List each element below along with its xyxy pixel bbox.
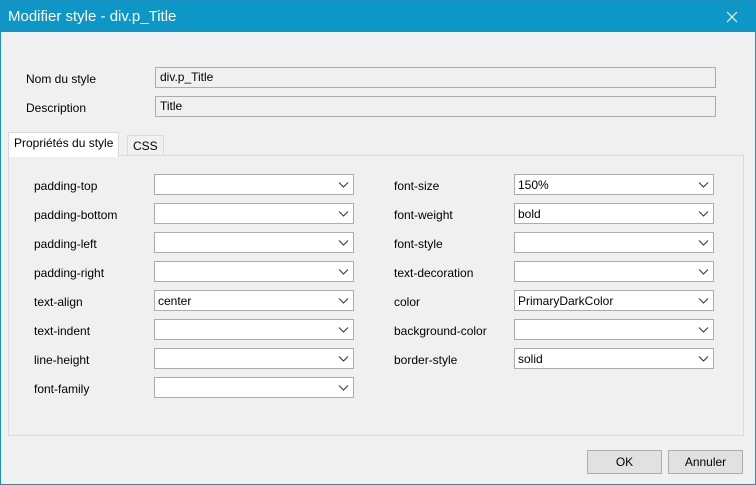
prop-label-font-size: font-size — [394, 179, 440, 193]
prop-label-text-decoration: text-decoration — [394, 266, 474, 280]
prop-label-background-color: background-color — [394, 324, 487, 338]
prop-label-text-indent: text-indent — [34, 324, 91, 338]
combo-value: bold — [518, 207, 541, 221]
description-value: Title — [160, 99, 183, 113]
chevron-down-icon — [338, 240, 349, 246]
chevron-down-icon — [338, 356, 349, 362]
combo-color[interactable]: PrimaryDarkColor — [514, 290, 714, 311]
combo-padding-bottom[interactable] — [154, 203, 354, 224]
style-name-field[interactable]: div.p_Title — [155, 67, 716, 88]
chevron-down-icon — [338, 327, 349, 333]
chevron-down-icon — [338, 269, 349, 275]
combo-line-height[interactable] — [154, 348, 354, 369]
ok-button[interactable]: OK — [587, 450, 662, 474]
prop-label-font-family: font-family — [34, 382, 90, 396]
cancel-button[interactable]: Annuler — [668, 450, 743, 474]
chevron-down-icon — [698, 298, 709, 304]
prop-label-line-height: line-height — [34, 353, 90, 367]
combo-text-align[interactable]: center — [154, 290, 354, 311]
style-name-value: div.p_Title — [160, 70, 214, 84]
combo-padding-left[interactable] — [154, 232, 354, 253]
tab-css-label: CSS — [133, 139, 158, 153]
description-field[interactable]: Title — [155, 96, 716, 117]
combo-text-indent[interactable] — [154, 319, 354, 340]
prop-label-font-style: font-style — [394, 237, 443, 251]
combo-value: PrimaryDarkColor — [518, 294, 614, 308]
window-title: Modifier style - div.p_Title — [8, 8, 177, 25]
close-button[interactable] — [709, 1, 755, 32]
combo-text-decoration[interactable] — [514, 261, 714, 282]
prop-label-color: color — [394, 295, 421, 309]
chevron-down-icon — [698, 182, 709, 188]
combo-font-weight[interactable]: bold — [514, 203, 714, 224]
tab-css[interactable]: CSS — [127, 135, 164, 155]
combo-value: solid — [518, 352, 543, 366]
prop-label-padding-right: padding-right — [34, 266, 105, 280]
chevron-down-icon — [698, 211, 709, 217]
title-bar[interactable]: Modifier style - div.p_Title — [1, 1, 755, 32]
dialog-window: Modifier style - div.p_Title Nom du styl… — [0, 0, 756, 485]
tab-style-properties[interactable]: Propriétés du style — [8, 132, 120, 157]
chevron-down-icon — [338, 182, 349, 188]
prop-label-text-align: text-align — [34, 295, 83, 309]
chevron-down-icon — [698, 240, 709, 246]
combo-padding-top[interactable] — [154, 174, 354, 195]
combo-font-size[interactable]: 150% — [514, 174, 714, 195]
chevron-down-icon — [338, 298, 349, 304]
combo-border-style[interactable]: solid — [514, 348, 714, 369]
combo-font-family[interactable] — [154, 377, 354, 398]
combo-font-style[interactable] — [514, 232, 714, 253]
prop-label-padding-top: padding-top — [34, 179, 98, 193]
chevron-down-icon — [698, 356, 709, 362]
combo-background-color[interactable] — [514, 319, 714, 340]
tab-style-properties-label: Propriétés du style — [14, 136, 114, 150]
prop-label-padding-left: padding-left — [34, 237, 97, 251]
prop-label-font-weight: font-weight — [394, 208, 453, 222]
combo-padding-right[interactable] — [154, 261, 354, 282]
chevron-down-icon — [698, 327, 709, 333]
close-icon — [726, 11, 738, 22]
prop-label-padding-bottom: padding-bottom — [34, 208, 118, 222]
style-name-label: Nom du style — [26, 72, 97, 86]
chevron-down-icon — [698, 269, 709, 275]
chevron-down-icon — [338, 385, 349, 391]
combo-value: 150% — [518, 178, 549, 192]
description-label: Description — [26, 101, 87, 115]
chevron-down-icon — [338, 211, 349, 217]
style-properties-panel: padding-top padding-bottom padding-left … — [8, 155, 744, 436]
prop-label-border-style: border-style — [394, 353, 458, 367]
combo-value: center — [158, 294, 192, 308]
